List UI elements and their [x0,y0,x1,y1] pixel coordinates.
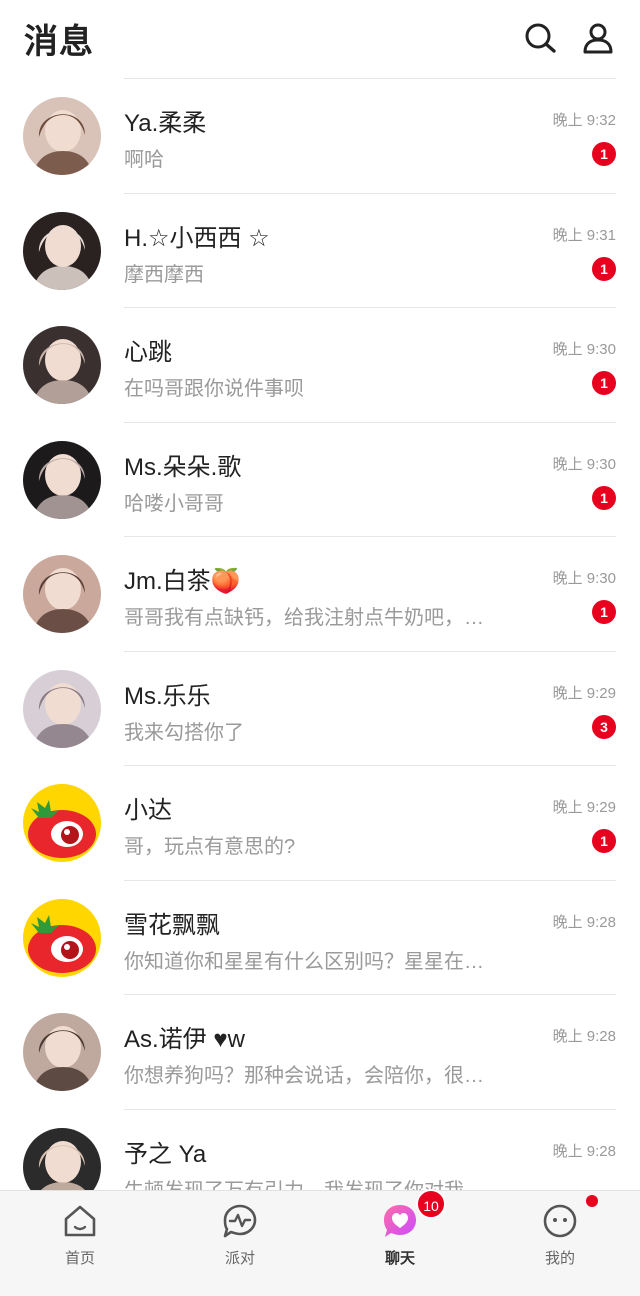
unread-badge: 1 [592,485,616,510]
message-time: 晚上 9:29 [552,684,616,702]
message-time: 晚上 9:28 [552,1028,616,1045]
message-preview: 哥，玩点有意思的? [124,836,296,858]
conversation-row[interactable]: 小达哥，玩点有意思的? 晚上 9:29 1 [0,766,640,881]
avatar[interactable] [23,211,101,290]
message-preview: 牛顿发现了万有引力，我发现了你对我… [124,1174,524,1191]
message-preview: 摩西摩西 [124,263,204,286]
avatar[interactable] [23,440,101,519]
tab-home[interactable]: 首页 [0,1191,160,1296]
avatar[interactable] [23,898,101,977]
unread-badge: 1 [592,256,616,281]
tab-chat[interactable]: 10 聊天 [320,1189,480,1296]
unread-badge: 1 [592,142,616,166]
message-time: 晚上 9:28 [552,1142,616,1160]
avatar[interactable] [23,555,101,633]
conversation-row[interactable]: Ms.乐乐我来勾搭你了 晚上 9:29 3 [0,652,640,766]
chat-heart-icon [382,1203,418,1239]
header: 消息 [0,0,640,78]
chat-unread-badge: 10 [416,1189,446,1219]
contact-name: Jm.白茶🍑 [124,568,241,595]
message-preview: 在吗哥跟你说件事呗 [124,378,304,400]
unread-badge: 1 [592,371,616,395]
avatar[interactable] [23,1127,101,1190]
message-preview: 你知道你和星星有什么区别吗？星星在… [124,950,484,973]
message-preview: 哈喽小哥哥 [124,492,224,515]
user-icon[interactable] [580,20,616,56]
avatar[interactable] [23,97,101,175]
conversation-row[interactable]: Ya.柔柔啊哈 晚上 9:32 1 [0,79,640,194]
contact-name: 小达 [124,797,172,824]
contact-name: 雪花飘飘 [124,911,220,939]
avatar[interactable] [23,784,101,862]
message-time: 晚上 9:28 [552,913,616,931]
message-preview: 我来勾搭你了 [124,721,244,744]
avatar[interactable] [23,669,101,748]
profile-face-icon [542,1203,578,1239]
bottom-tab-bar: 首页 派对 10 聊天 我的 [0,1189,640,1296]
search-icon[interactable] [522,20,558,56]
avatar[interactable] [23,1013,101,1091]
page-title: 消息 [24,23,94,61]
contact-name: H.☆小西西 ☆ [124,224,270,252]
tab-chat-label: 聊天 [384,1250,415,1267]
conversation-row[interactable]: 雪花飘飘你知道你和星星有什么区别吗？星星在… 晚上 9:28 [0,881,640,995]
conversation-row[interactable]: H.☆小西西 ☆ 摩西摩西 晚上 9:31 1 [0,194,640,308]
message-preview: 啊哈 [124,149,164,171]
tab-home-label: 首页 [64,1250,95,1267]
message-time: 晚上 9:29 [552,799,616,816]
conversation-list[interactable]: Ya.柔柔 啊哈 晚上 9:32 1 H.☆小西西 ☆ 摩西摩西 晚上 9:31 1 心跳 在吗哥… [0,79,640,1190]
unread-badge: 1 [592,600,616,624]
contact-name: As.诺伊 ♥w [124,1026,245,1053]
message-time: 晚上 9:31 [552,226,616,244]
message-preview: 你想养狗吗？那种会说话，会陪你，很… [124,1065,484,1087]
conversation-row[interactable]: As.诺伊 ♥w 你想养狗吗？那种会说话，会陪你，很… 晚上 9:28 [0,995,640,1110]
contact-name: 心跳 [124,339,172,366]
unread-badge: 3 [592,714,616,739]
message-time: 晚上 9:30 [552,570,616,587]
conversation-row[interactable]: 心跳在吗哥跟你说件事呗 晚上 9:30 1 [0,308,640,423]
tab-profile[interactable]: 我的 [480,1191,640,1296]
profile-notification-dot [586,1195,598,1207]
message-time: 晚上 9:30 [552,341,616,358]
home-icon [62,1203,98,1239]
contact-name: Ya.柔柔 [124,110,207,137]
conversation-row[interactable]: Ms.朵朵.歌哈喽小哥哥 晚上 9:30 1 [0,423,640,537]
message-preview: 哥哥我有点缺钙，给我注射点牛奶吧，… [124,607,484,629]
avatar[interactable] [23,326,101,404]
unread-badge: 1 [592,829,616,853]
contact-name: 予之 Ya [124,1140,207,1168]
tab-party[interactable]: 派对 [160,1191,320,1296]
party-icon [222,1203,258,1239]
message-time: 晚上 9:30 [552,455,616,473]
tab-profile-label: 我的 [544,1250,575,1267]
tab-party-label: 派对 [224,1250,255,1267]
conversation-row[interactable]: Jm.白茶🍑 哥哥我有点缺钙，给我注射点牛奶吧，… 晚上 9:30 1 [0,537,640,652]
contact-name: Ms.朵朵.歌 [124,453,242,481]
message-time: 晚上 9:32 [552,112,616,129]
conversation-row[interactable]: 予之 Ya 牛顿发现了万有引力，我发现了你对我… 晚上 9:28 [0,1110,640,1191]
contact-name: Ms.乐乐 [124,682,211,710]
